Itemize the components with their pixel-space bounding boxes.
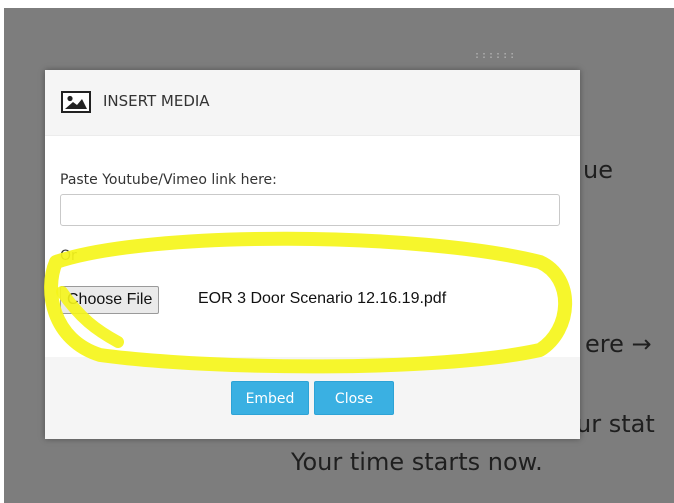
drag-grip-icon: :::::: [474, 50, 517, 61]
insert-media-dialog: INSERT MEDIA Paste Youtube/Vimeo link he… [45, 70, 580, 439]
background-text-1: ue [583, 156, 613, 184]
or-label: Or [60, 248, 77, 264]
embed-button[interactable]: Embed [231, 381, 309, 415]
dialog-footer: Embed Close [45, 357, 580, 439]
background-text-2: ere → [585, 330, 652, 358]
background-text-4: Your time starts now. [291, 448, 543, 476]
choose-file-button[interactable]: Choose File [60, 286, 160, 314]
image-icon [61, 91, 91, 113]
dialog-header: INSERT MEDIA [45, 70, 580, 136]
selected-file-name: EOR 3 Door Scenario 12.16.19.pdf [198, 290, 447, 307]
link-label: Paste Youtube/Vimeo link here: [60, 172, 277, 188]
dialog-title: INSERT MEDIA [103, 92, 210, 110]
background-text-3: ur stat [576, 410, 655, 438]
close-button[interactable]: Close [314, 381, 394, 415]
dialog-body: Paste Youtube/Vimeo link here: Or Choose… [45, 136, 580, 356]
video-link-input[interactable] [60, 194, 560, 226]
